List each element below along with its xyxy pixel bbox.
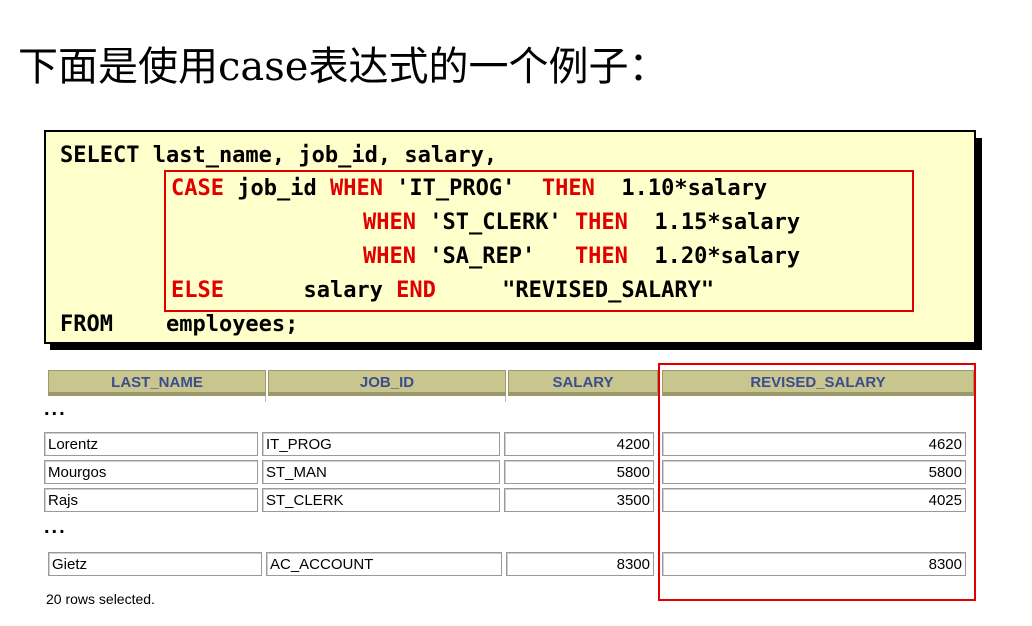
code-line-select: SELECT last_name, job_id, salary, [60, 143, 498, 168]
table-cell-job-id: IT_PROG [262, 432, 500, 456]
column-separator [265, 396, 266, 402]
ellipsis-row: ... [44, 516, 67, 538]
table-cell-last-name: Gietz [48, 552, 262, 576]
table-cell-salary: 4200 [504, 432, 654, 456]
table-cell-job-id: AC_ACCOUNT [266, 552, 502, 576]
table-cell-last-name: Rajs [44, 488, 258, 512]
from-table: employees; [112, 312, 299, 337]
from-keyword: FROM [60, 312, 113, 337]
table-cell-job-id: ST_CLERK [262, 488, 500, 512]
table-cell-job-id: ST_MAN [262, 460, 500, 484]
table-cell-salary: 5800 [504, 460, 654, 484]
column-separator [505, 396, 506, 402]
rows-selected-footer: 20 rows selected. [46, 591, 155, 607]
code-line-from: FROM employees; [60, 310, 298, 340]
table-cell-last-name: Mourgos [44, 460, 258, 484]
case-expression-highlight [164, 170, 914, 312]
revised-salary-highlight [658, 363, 976, 601]
table-cell-salary: 8300 [506, 552, 654, 576]
column-header-salary: SALARY [508, 370, 658, 396]
ellipsis-row: ... [44, 398, 67, 420]
table-cell-last-name: Lorentz [44, 432, 258, 456]
table-cell-salary: 3500 [504, 488, 654, 512]
slide-heading: 下面是使用case表达式的一个例子： [18, 44, 669, 90]
column-header-last-name: LAST_NAME [48, 370, 266, 396]
column-header-job-id: JOB_ID [268, 370, 506, 396]
